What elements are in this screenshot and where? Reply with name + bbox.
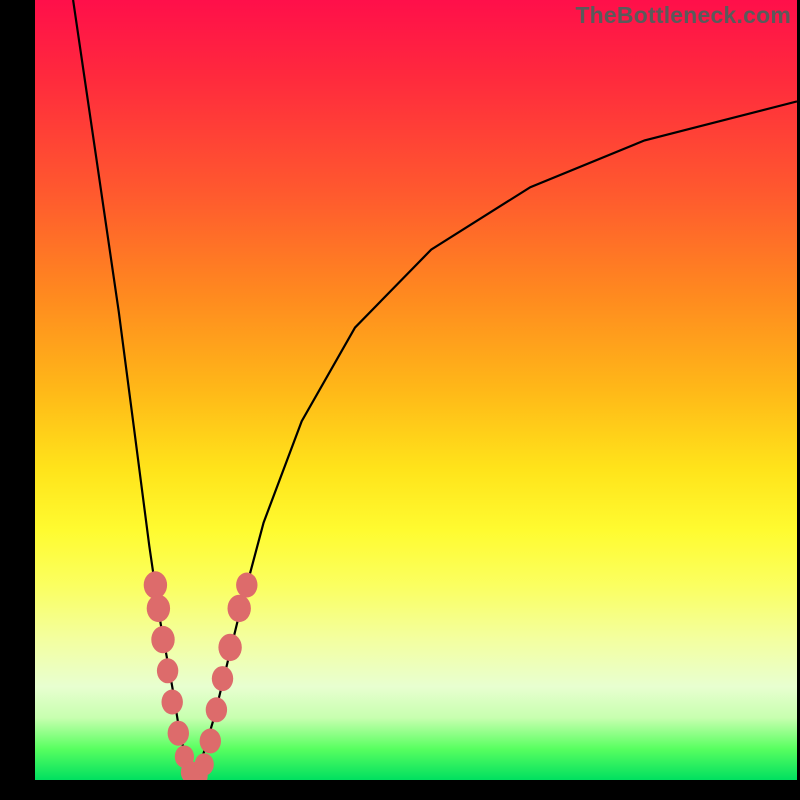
bead-marker xyxy=(206,697,227,722)
bead-marker xyxy=(195,753,214,775)
bead-marker xyxy=(236,573,257,598)
bead-marker xyxy=(168,721,189,746)
bead-marker xyxy=(200,729,221,754)
bead-marker xyxy=(228,595,251,622)
bead-marker xyxy=(147,595,170,622)
bead-marker xyxy=(144,571,167,598)
bead-group xyxy=(144,571,258,780)
curve-right-branch xyxy=(195,101,797,780)
curve-left-branch xyxy=(73,0,195,780)
chart-frame: TheBottleneck.com xyxy=(0,0,800,800)
plot-area: TheBottleneck.com xyxy=(35,0,797,780)
bead-marker xyxy=(212,666,233,691)
bead-marker xyxy=(157,658,178,683)
bead-marker xyxy=(151,626,174,653)
chart-svg xyxy=(35,0,797,780)
bead-marker xyxy=(218,634,241,661)
bead-marker xyxy=(162,690,183,715)
